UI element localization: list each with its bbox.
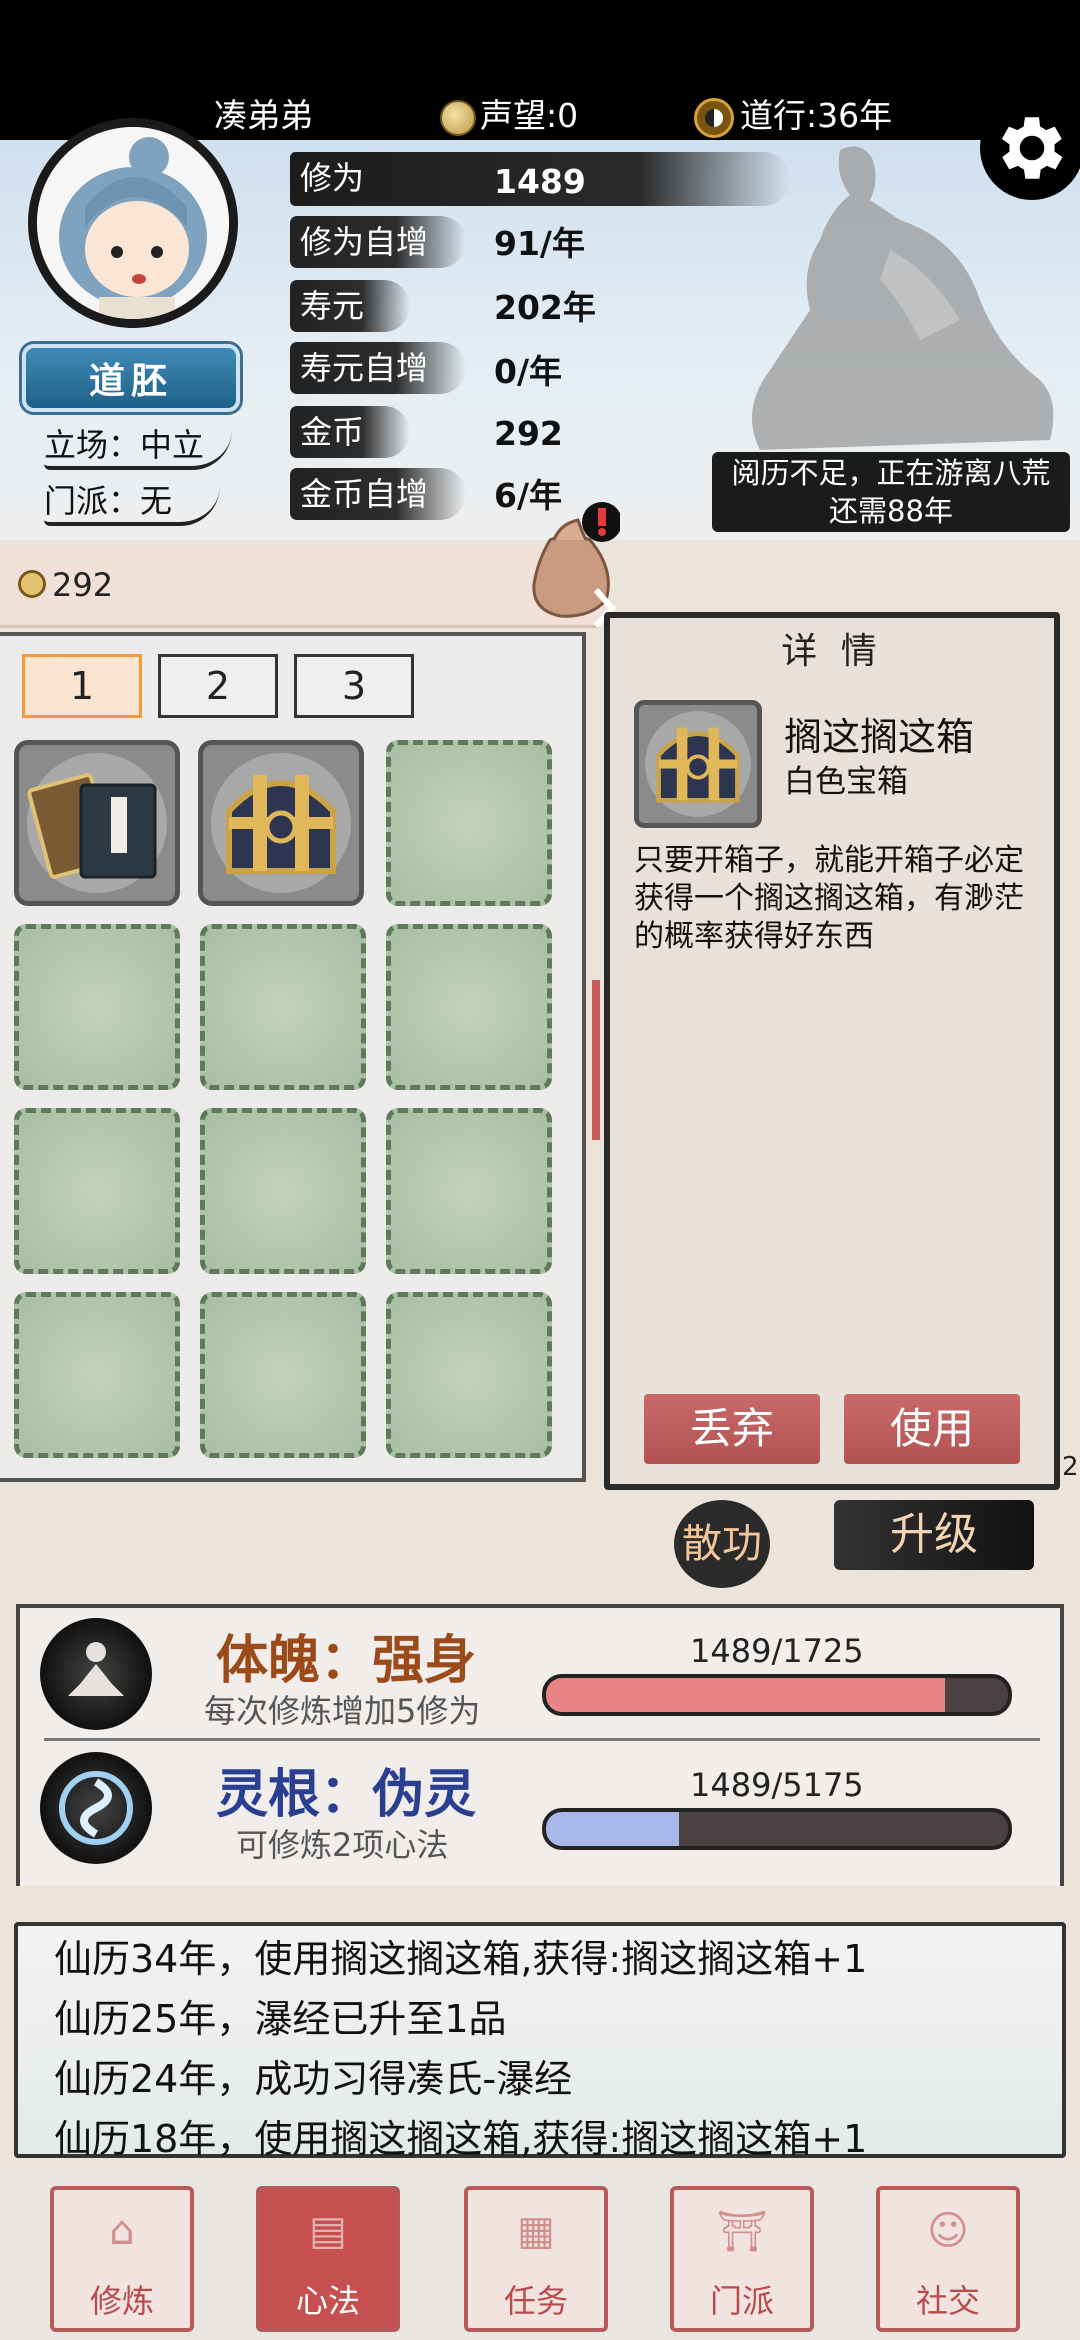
tasks-seal-icon: ▦ xyxy=(517,2208,555,2254)
stat-value-lifespan-gain: 0/年 xyxy=(494,352,563,391)
methods-seal-icon: ▤ xyxy=(309,2208,347,2254)
coin-icon xyxy=(18,570,46,598)
panel-edge-decoration xyxy=(592,980,600,1140)
inventory-slot-9[interactable] xyxy=(386,1108,552,1274)
inventory-slot-2-selected[interactable] xyxy=(198,740,364,906)
yin-yang-icon xyxy=(694,97,734,138)
hidden-list-number: 2 xyxy=(1062,1452,1079,1482)
log-entry: 仙历25年，瀑经已升至1品 xyxy=(54,1997,507,2041)
player-name: 凑弟弟 xyxy=(214,96,313,135)
log-entry: 仙历24年，成功习得凑氏-瀑经 xyxy=(54,2057,573,2101)
treasure-chest-icon xyxy=(645,711,751,817)
meditation-icon xyxy=(40,1618,152,1730)
title-badge: 道胚 xyxy=(22,344,240,412)
money-display: 292 xyxy=(18,566,113,604)
use-button[interactable]: 使用 xyxy=(844,1394,1020,1464)
sect-label: 门派：无 xyxy=(44,476,220,526)
game-screen: 凑弟弟 声望:0 道行:36年 道胚 立场：中立 门派：无 修为 1489 修为… xyxy=(0,0,1080,2340)
stat-value-cultivation: 1489 xyxy=(494,162,586,201)
nav-tasks-label: 任务 xyxy=(503,2282,568,2320)
bag-toggle-icon[interactable] xyxy=(520,500,620,630)
nav-cultivate[interactable]: ⌂ 修炼 xyxy=(50,2186,194,2332)
nav-sect-label: 门派 xyxy=(709,2282,774,2320)
discard-button[interactable]: 丢弃 xyxy=(644,1394,820,1464)
nav-sect[interactable]: ⛩ 门派 xyxy=(670,2186,814,2332)
reputation-text: 声望:0 xyxy=(480,96,579,135)
inventory-slot-7[interactable] xyxy=(14,1108,180,1274)
spirit-root-icon xyxy=(40,1752,152,1864)
body-subtitle: 每次修炼增加5修为 xyxy=(204,1692,481,1730)
body-progress-bar xyxy=(542,1674,1012,1716)
money-amount: 292 xyxy=(52,566,114,604)
inventory-slot-5[interactable] xyxy=(200,924,366,1090)
nav-social-label: 社交 xyxy=(915,2282,980,2320)
stat-value-cultivation-gain: 91/年 xyxy=(494,224,585,263)
wandering-silhouette-image xyxy=(752,146,1054,450)
inventory-slot-4[interactable] xyxy=(14,924,180,1090)
wander-status-line1: 阅历不足，正在游离八荒 xyxy=(731,456,1051,490)
cultivation-divider xyxy=(44,1738,1040,1741)
reputation-coin-icon xyxy=(440,99,476,136)
nav-tasks[interactable]: ▦ 任务 xyxy=(464,2186,608,2332)
body-progress-fill xyxy=(546,1678,945,1712)
item-type: 白色宝箱 xyxy=(784,764,908,800)
item-description: 只要开箱子，就能开箱子必定获得一个搁这搁这箱，有渺茫的概率获得好东西 xyxy=(634,843,1024,954)
treasure-chest-icon xyxy=(211,753,351,893)
inventory-page-tab-1[interactable]: 1 xyxy=(22,654,142,718)
player-avatar[interactable] xyxy=(28,118,238,328)
stat-label-gold: 金币 xyxy=(290,406,410,458)
daoxing-text: 道行:36年 xyxy=(740,96,893,135)
item-name: 搁这搁这箱 xyxy=(784,715,975,759)
nav-methods-label: 心法 xyxy=(295,2282,360,2320)
root-progress-bar xyxy=(542,1808,1012,1850)
inventory-slot-12[interactable] xyxy=(386,1292,552,1458)
log-entry: 仙历34年，使用搁这搁这箱,获得:搁这搁这箱+1 xyxy=(54,1937,868,1981)
inventory-slot-6[interactable] xyxy=(386,924,552,1090)
manual-book-icon xyxy=(27,753,167,893)
wander-status-panel: 阅历不足，正在游离八荒 还需88年 xyxy=(712,452,1070,532)
inventory-slot-10[interactable] xyxy=(14,1292,180,1458)
reputation-display: 声望:0 xyxy=(440,96,578,136)
stat-label-cultivation-gain: 修为自增 xyxy=(290,216,466,268)
detail-title: 详 情 xyxy=(781,631,883,672)
stat-label-lifespan-gain: 寿元自增 xyxy=(290,342,466,394)
stat-label-lifespan: 寿元 xyxy=(290,280,410,332)
nav-cultivate-label: 修炼 xyxy=(89,2282,154,2320)
detail-item-icon xyxy=(634,700,762,828)
stat-label-cultivation: 修为 xyxy=(300,159,365,197)
body-progress-text: 1489/1725 xyxy=(690,1632,864,1670)
inventory-page-tab-2[interactable]: 2 xyxy=(158,654,278,718)
stance-label: 立场：中立 xyxy=(44,420,232,470)
wander-status-line2: 还需88年 xyxy=(829,494,953,528)
root-title: 灵根：伪灵 xyxy=(216,1765,477,1825)
root-progress-text: 1489/5175 xyxy=(690,1766,864,1804)
root-subtitle: 可修炼2项心法 xyxy=(236,1826,449,1864)
nav-methods[interactable]: ▤ 心法 xyxy=(256,2186,400,2332)
cultivate-seal-icon: ⌂ xyxy=(109,2208,135,2254)
inventory-slot-8[interactable] xyxy=(200,1108,366,1274)
disperse-skill-button[interactable]: 散功 xyxy=(674,1500,770,1588)
social-seal-icon: ☺ xyxy=(927,2208,969,2254)
inventory-slot-3[interactable] xyxy=(386,740,552,906)
inventory-page-tab-3[interactable]: 3 xyxy=(294,654,414,718)
sect-seal-icon: ⛩ xyxy=(716,2209,768,2255)
stat-value-gold: 292 xyxy=(494,414,563,453)
inventory-slot-1[interactable] xyxy=(14,740,180,906)
inventory-slot-11[interactable] xyxy=(200,1292,366,1458)
stat-value-lifespan: 202年 xyxy=(494,288,596,327)
daoxing-display: 道行:36年 xyxy=(694,96,893,138)
log-entry: 仙历18年，使用搁这搁这箱,获得:搁这搁这箱+1 xyxy=(54,2117,868,2161)
root-progress-fill xyxy=(546,1812,680,1846)
body-title: 体魄：强身 xyxy=(216,1631,477,1691)
upgrade-button[interactable]: 升级 xyxy=(834,1500,1034,1570)
nav-social[interactable]: ☺ 社交 xyxy=(876,2186,1020,2332)
stat-label-gold-gain: 金币自增 xyxy=(290,468,466,520)
